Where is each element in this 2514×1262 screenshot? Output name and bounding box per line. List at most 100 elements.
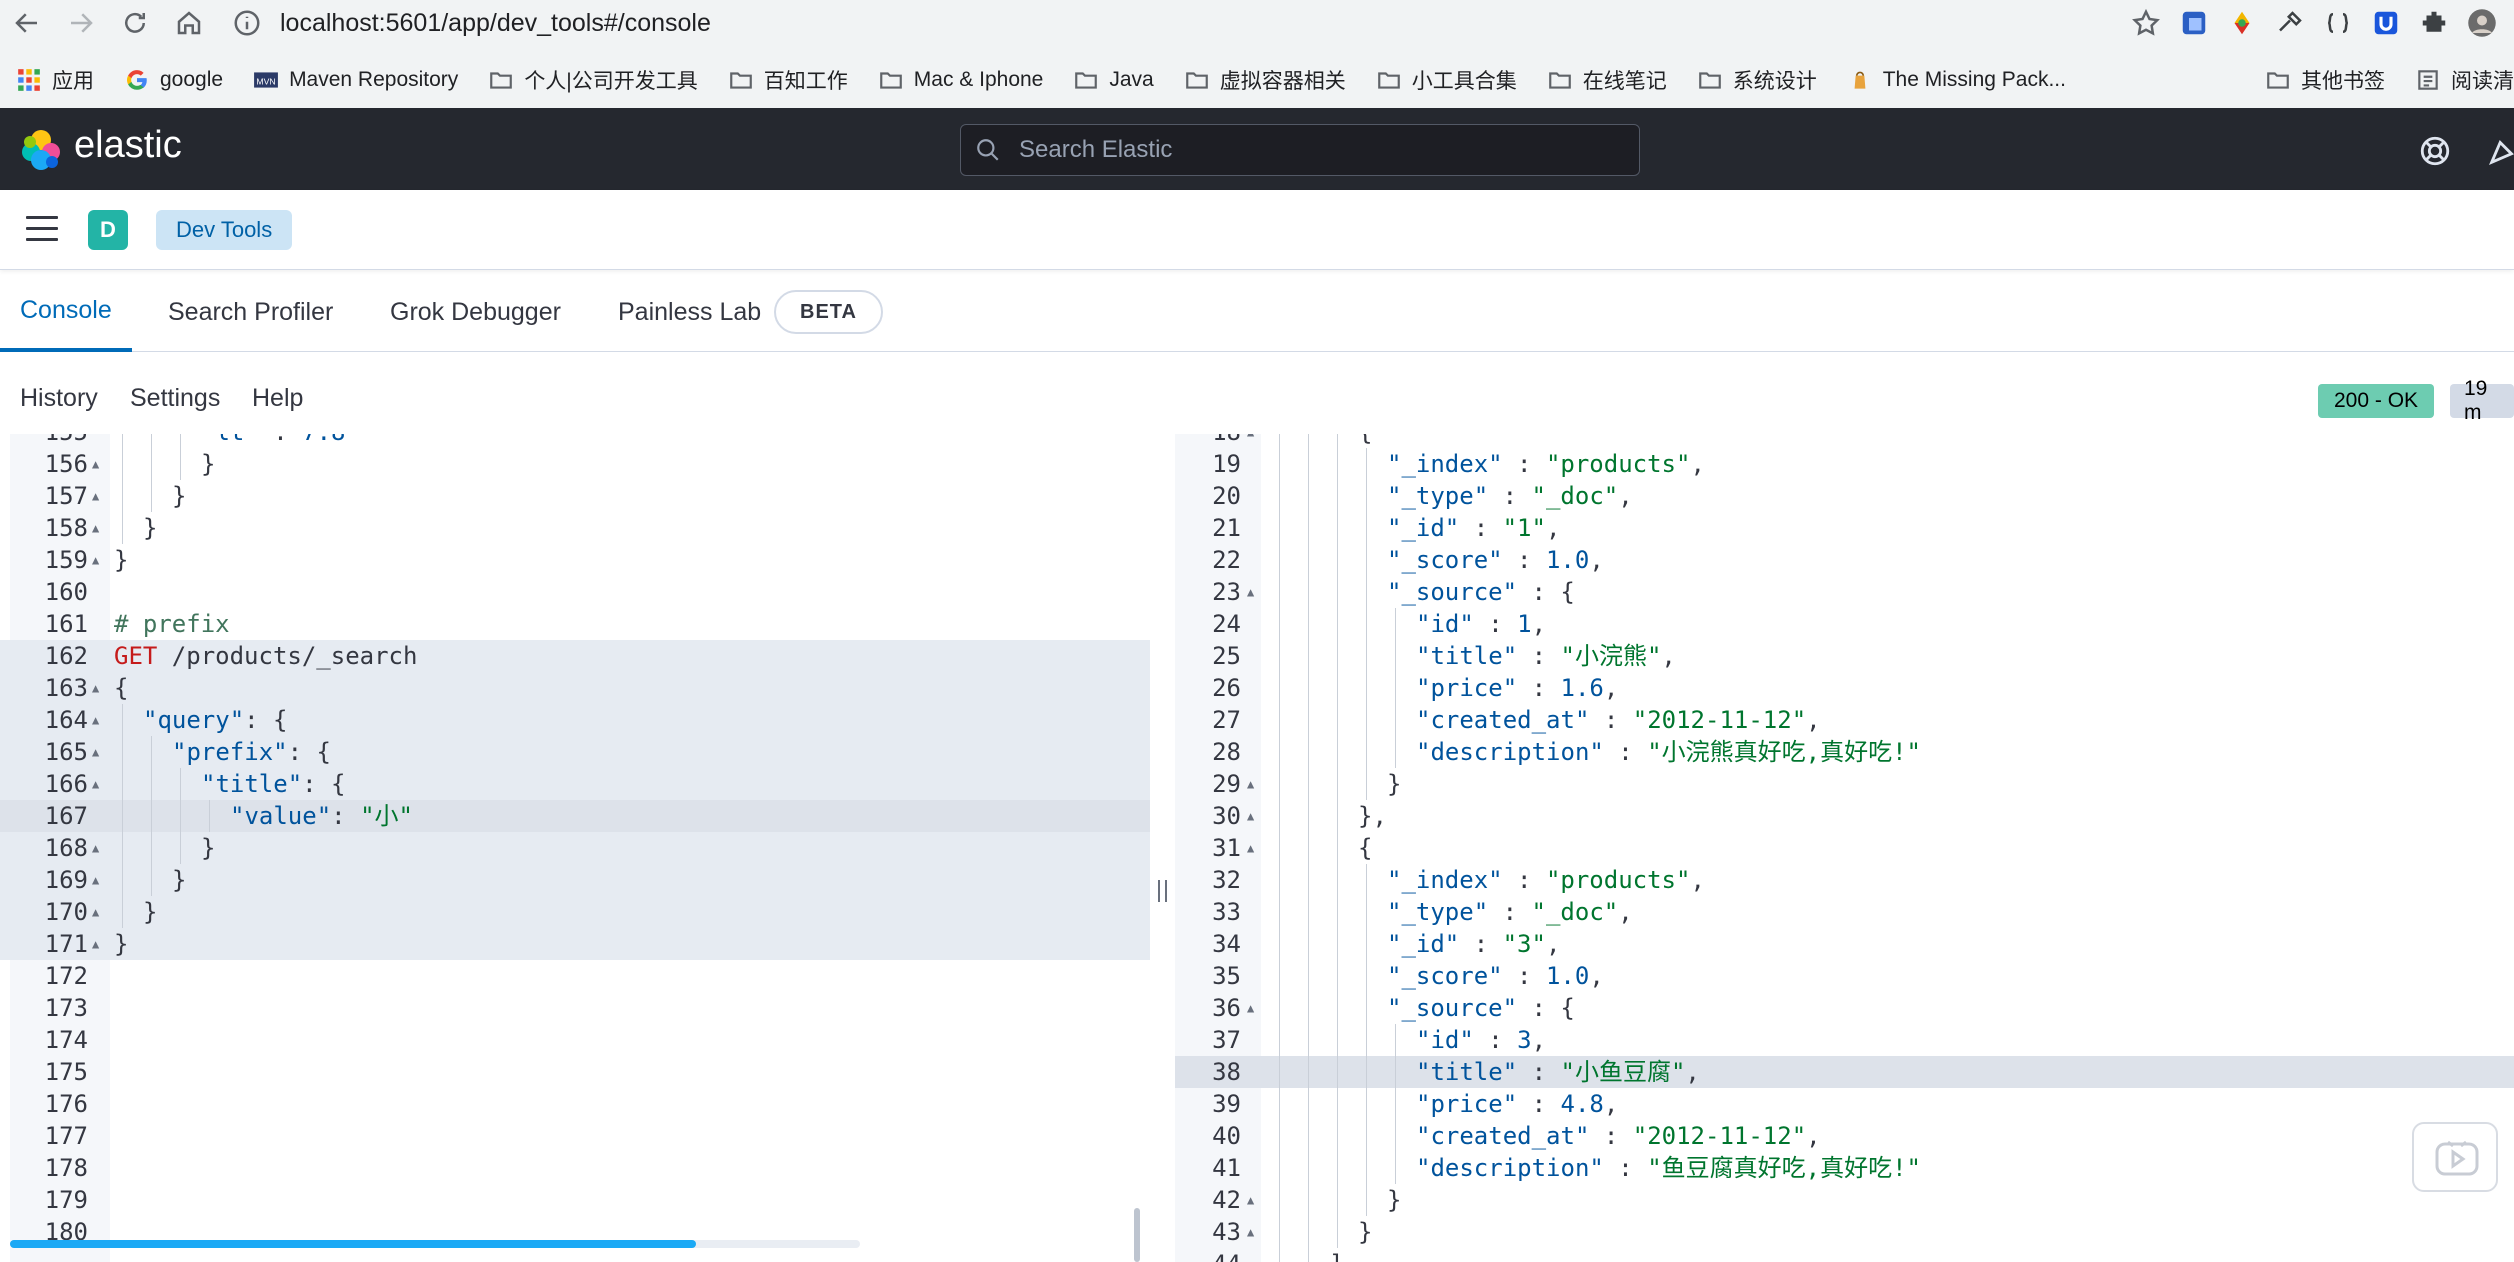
fold-toggle-icon[interactable]: ▲ bbox=[92, 896, 99, 928]
bookmark-folder[interactable]: 百知工作 bbox=[728, 65, 848, 95]
code-line[interactable]: 164 ▲ "query": { bbox=[0, 704, 1150, 736]
resize-handle-icon[interactable] bbox=[1158, 880, 1167, 902]
fold-toggle-icon[interactable]: ▲ bbox=[92, 736, 99, 768]
code-line[interactable]: 24 "id" : 1, bbox=[1175, 608, 2514, 640]
history-link[interactable]: History bbox=[20, 384, 98, 413]
fold-toggle-icon[interactable]: ▲ bbox=[92, 480, 99, 512]
newsfeed-icon[interactable] bbox=[2486, 134, 2514, 168]
code-line[interactable]: 36 ▲ "_source" : { bbox=[1175, 992, 2514, 1024]
search-input[interactable] bbox=[1019, 136, 1619, 164]
extension-translate[interactable] bbox=[2174, 3, 2214, 43]
extension-json[interactable] bbox=[2318, 3, 2358, 43]
fold-toggle-icon[interactable]: ▲ bbox=[1247, 768, 1254, 800]
fold-toggle-icon[interactable]: ▲ bbox=[1247, 576, 1254, 608]
code-line[interactable]: 34 "_id" : "3", bbox=[1175, 928, 2514, 960]
code-line[interactable]: 175 bbox=[0, 1056, 1150, 1088]
code-line[interactable]: 25 "title" : "小浣熊", bbox=[1175, 640, 2514, 672]
bookmark-missing-pack[interactable]: The Missing Pack... bbox=[1847, 67, 2066, 93]
bookmark-folder[interactable]: 在线笔记 bbox=[1547, 65, 1667, 95]
reading-list[interactable]: 阅读清 bbox=[2415, 65, 2514, 95]
code-line[interactable]: 23 ▲ "_source" : { bbox=[1175, 576, 2514, 608]
bookmark-maven[interactable]: MVN Maven Repository bbox=[253, 67, 458, 93]
code-line[interactable]: 155 "lt" : 7.8 bbox=[0, 434, 1150, 448]
scrollbar-thumb[interactable] bbox=[10, 1240, 696, 1248]
code-line[interactable]: 171 ▲} bbox=[0, 928, 1150, 960]
request-editor[interactable]: 155"lt" : 7.8156▲}157▲}158▲}159▲}160161#… bbox=[0, 434, 1150, 1262]
menu-toggle-button[interactable] bbox=[26, 216, 58, 244]
reload-button[interactable] bbox=[108, 0, 162, 46]
code-line[interactable]: 158 ▲} bbox=[0, 512, 1150, 544]
code-line[interactable]: 31 ▲ { bbox=[1175, 832, 2514, 864]
bookmark-star-button[interactable] bbox=[2126, 3, 2166, 43]
extension-tools[interactable] bbox=[2270, 3, 2310, 43]
code-line[interactable]: 178 bbox=[0, 1152, 1150, 1184]
code-line[interactable]: 35 "_score" : 1.0, bbox=[1175, 960, 2514, 992]
code-line[interactable]: 38 "title" : "小鱼豆腐", bbox=[1175, 1056, 2514, 1088]
fold-toggle-icon[interactable]: ▲ bbox=[92, 928, 99, 960]
code-line[interactable]: 22 "_score" : 1.0, bbox=[1175, 544, 2514, 576]
global-search[interactable] bbox=[960, 124, 1640, 176]
horizontal-scrollbar[interactable] bbox=[10, 1240, 860, 1248]
code-line[interactable]: 43 ▲} bbox=[1175, 1216, 2514, 1248]
fold-toggle-icon[interactable]: ▲ bbox=[92, 768, 99, 800]
bookmark-google[interactable]: google bbox=[124, 67, 223, 93]
extension-u[interactable] bbox=[2366, 3, 2406, 43]
address-bar[interactable]: localhost:5601/app/dev_tools#/console bbox=[232, 2, 2132, 44]
forward-button[interactable] bbox=[54, 0, 108, 46]
code-line[interactable]: 179 bbox=[0, 1184, 1150, 1216]
code-line[interactable]: 163 ▲ { bbox=[0, 672, 1150, 704]
bookmark-folder[interactable]: 系统设计 bbox=[1697, 65, 1817, 95]
code-line[interactable]: 27 "created_at" : "2012-11-12", bbox=[1175, 704, 2514, 736]
extension-color[interactable] bbox=[2222, 3, 2262, 43]
bookmark-folder[interactable]: Mac & Iphone bbox=[878, 67, 1043, 93]
code-line[interactable]: 33 "_type" : "_doc", bbox=[1175, 896, 2514, 928]
editor-splitter[interactable] bbox=[1150, 434, 1175, 1262]
fold-toggle-icon[interactable]: ▲ bbox=[92, 448, 99, 480]
fold-toggle-icon[interactable]: ▲ bbox=[1247, 1216, 1254, 1248]
code-line[interactable]: 161 # prefix bbox=[0, 608, 1150, 640]
fold-toggle-icon[interactable]: ▲ bbox=[92, 864, 99, 896]
tab-search-profiler[interactable]: Search Profiler bbox=[168, 272, 333, 352]
code-line[interactable]: 28 "description" : "小浣熊真好吃,真好吃!" bbox=[1175, 736, 2514, 768]
bookmark-folder[interactable]: 个人|公司开发工具 bbox=[488, 65, 698, 95]
code-line[interactable]: 32 "_index" : "products", bbox=[1175, 864, 2514, 896]
help-link[interactable]: Help bbox=[252, 384, 303, 413]
vertical-scrollbar[interactable] bbox=[1134, 1208, 1140, 1262]
code-line[interactable]: 21 "_id" : "1", bbox=[1175, 512, 2514, 544]
fold-toggle-icon[interactable]: ▲ bbox=[92, 832, 99, 864]
home-button[interactable] bbox=[162, 0, 216, 46]
code-line[interactable]: 166 ▲ "title": { bbox=[0, 768, 1150, 800]
code-line[interactable]: 168 ▲} bbox=[0, 832, 1150, 864]
code-line[interactable]: 159 ▲} bbox=[0, 544, 1150, 576]
bookmark-apps[interactable]: 应用 bbox=[16, 65, 94, 95]
bookmark-folder[interactable]: 虚拟容器相关 bbox=[1184, 65, 1346, 95]
code-line[interactable]: 41 "description" : "鱼豆腐真好吃,真好吃!" bbox=[1175, 1152, 2514, 1184]
settings-link[interactable]: Settings bbox=[130, 384, 220, 413]
code-line[interactable]: 162 GET /products/_search bbox=[0, 640, 1150, 672]
code-line[interactable]: 160 bbox=[0, 576, 1150, 608]
code-line[interactable]: 156 ▲} bbox=[0, 448, 1150, 480]
code-line[interactable]: 172 bbox=[0, 960, 1150, 992]
fold-toggle-icon[interactable]: ▲ bbox=[1247, 800, 1254, 832]
code-line[interactable]: 176 bbox=[0, 1088, 1150, 1120]
code-line[interactable]: 42 ▲} bbox=[1175, 1184, 2514, 1216]
breadcrumb-dev-tools[interactable]: Dev Tools bbox=[156, 210, 293, 250]
bookmark-folder[interactable]: 小工具合集 bbox=[1376, 65, 1517, 95]
code-line[interactable]: 26 "price" : 1.6, bbox=[1175, 672, 2514, 704]
fold-toggle-icon[interactable]: ▲ bbox=[1247, 992, 1254, 1024]
code-line[interactable]: 20 "_type" : "_doc", bbox=[1175, 480, 2514, 512]
profile-avatar[interactable] bbox=[2462, 3, 2502, 43]
code-line[interactable]: 167 "value": "小" bbox=[0, 800, 1150, 832]
fold-toggle-icon[interactable]: ▲ bbox=[92, 704, 99, 736]
code-line[interactable]: 39 "price" : 4.8, bbox=[1175, 1088, 2514, 1120]
code-line[interactable]: 169 ▲} bbox=[0, 864, 1150, 896]
code-line[interactable]: 19 "_index" : "products", bbox=[1175, 448, 2514, 480]
extension-puzzle[interactable] bbox=[2414, 3, 2454, 43]
fold-toggle-icon[interactable]: ▲ bbox=[1247, 832, 1254, 864]
space-avatar[interactable]: D bbox=[88, 210, 128, 250]
fold-toggle-icon[interactable]: ▲ bbox=[92, 672, 99, 704]
response-viewer[interactable]: 18 ▲ {19 "_index" : "products", 20 "_type" : … bbox=[1175, 434, 2514, 1262]
fold-toggle-icon[interactable]: ▲ bbox=[1247, 1184, 1254, 1216]
video-overlay-button[interactable] bbox=[2412, 1122, 2498, 1192]
tab-console[interactable]: Console bbox=[0, 272, 132, 352]
